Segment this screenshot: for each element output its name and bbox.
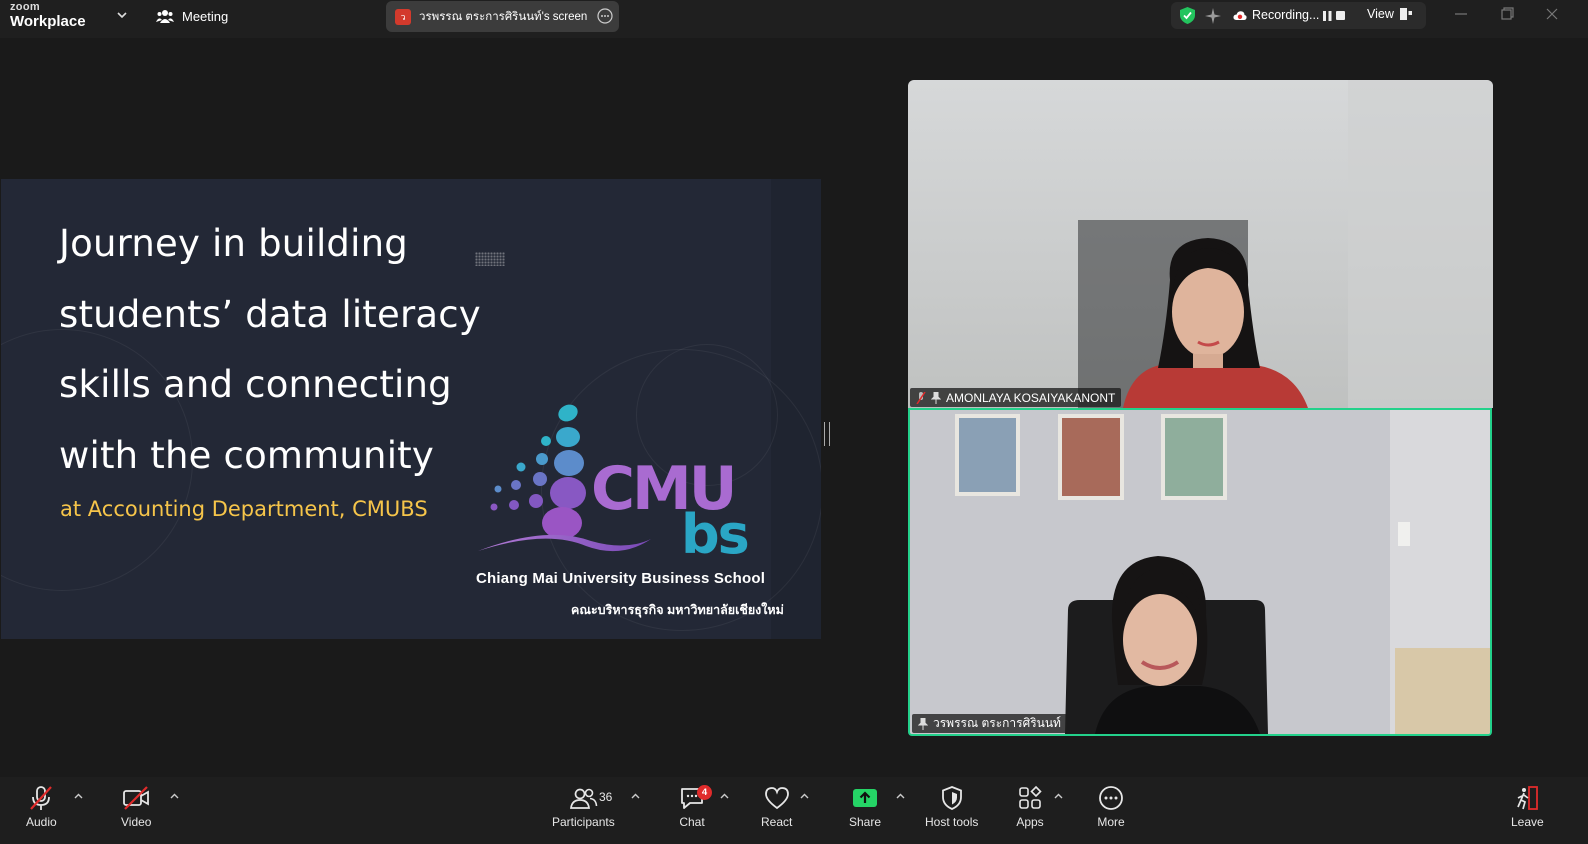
more-label: More (1097, 815, 1125, 829)
participants-icon (570, 788, 598, 809)
brand-bottom: Workplace (10, 13, 86, 30)
react-button[interactable]: React (761, 785, 792, 829)
shared-screen-slide: Journey in building students’ data liter… (1, 179, 821, 639)
close-window-icon[interactable] (1544, 6, 1560, 22)
participants-options-caret-icon[interactable] (631, 793, 640, 799)
sharer-badge: ว (395, 8, 411, 25)
host-tools-label: Host tools (925, 815, 979, 829)
audio-button[interactable]: Audio (26, 785, 57, 829)
participant-name-tag: วรพรรณ ตระการศิรินนท์ (912, 714, 1067, 733)
more-button[interactable]: More (1097, 785, 1125, 829)
encryption-shield-icon[interactable] (1179, 6, 1196, 25)
leave-door-icon (1517, 786, 1539, 810)
chat-unread-badge: 4 (697, 785, 712, 800)
slide-title-line: with the community (59, 433, 434, 477)
leave-label: Leave (1511, 815, 1544, 829)
more-options-icon[interactable] (597, 8, 613, 24)
slide-title-line: Journey in building (59, 222, 408, 265)
slide-title: Journey in building students’ data liter… (59, 209, 529, 491)
brand-top: zoom (10, 1, 40, 13)
minimize-icon[interactable] (1453, 6, 1469, 22)
stop-recording-icon[interactable] (1336, 11, 1345, 20)
logo-bs-text: bs (681, 503, 748, 561)
chevron-down-icon[interactable] (116, 9, 128, 21)
muted-mic-icon (916, 391, 926, 404)
participant-name: วรพรรณ ตระการศิรินนท์ (933, 716, 1061, 730)
top-bar: zoom Workplace Meeting ว วรพรรณ ตระการศิ… (0, 0, 1588, 38)
school-name-th: คณะบริหารธุรกิจ มหาวิทยาลัยเชียงใหม่ (571, 603, 784, 617)
slide-subtitle: at Accounting Department, CMUBS (60, 497, 428, 521)
muted-microphone-icon (30, 786, 53, 810)
participant-video-feed (955, 410, 1490, 734)
apps-button[interactable]: Apps (1016, 785, 1044, 829)
split-resize-handle[interactable] (824, 422, 830, 446)
react-options-caret-icon[interactable] (800, 793, 809, 799)
participants-count: 36 (599, 790, 613, 804)
restore-icon[interactable] (1499, 6, 1515, 22)
share-label: Share (849, 815, 882, 829)
ai-companion-icon[interactable] (1204, 7, 1222, 25)
school-name-en: Chiang Mai University Business School (476, 570, 766, 587)
view-menu[interactable]: View (1367, 7, 1412, 21)
audio-options-caret-icon[interactable] (74, 793, 83, 799)
share-button[interactable]: Share (849, 785, 881, 829)
video-off-icon (123, 786, 150, 810)
participant-video-feed (1078, 80, 1493, 408)
recording-label: Recording... (1252, 8, 1320, 22)
video-tile-active-speaker[interactable]: วรพรรณ ตระการศิรินนท์ (908, 408, 1492, 736)
slide-title-line: students’ data literacy (59, 292, 481, 336)
apps-label: Apps (1016, 815, 1044, 829)
chat-options-caret-icon[interactable] (720, 793, 729, 799)
leave-button[interactable]: Leave (1511, 785, 1544, 829)
video-label: Video (121, 815, 152, 829)
cloud-recording-icon (1233, 10, 1247, 20)
meeting-people-icon (156, 10, 174, 23)
pause-recording-icon[interactable] (1323, 11, 1332, 21)
chat-label: Chat (679, 815, 705, 829)
video-options-caret-icon[interactable] (170, 793, 179, 799)
status-group: Recording... View (1171, 2, 1426, 29)
more-icon (1099, 786, 1123, 810)
slide-title-line: skills and connecting (59, 363, 452, 406)
view-layout-icon (1399, 8, 1412, 20)
pin-icon[interactable] (931, 391, 941, 404)
apps-options-caret-icon[interactable] (1054, 793, 1063, 799)
host-tools-button[interactable]: Host tools (925, 785, 978, 829)
video-tile[interactable]: AMONLAYA KOSAIYAKANONT (908, 80, 1493, 408)
participants-label: Participants (552, 815, 615, 829)
view-label: View (1367, 7, 1394, 21)
cmubs-logo: CMU bs (478, 404, 750, 561)
participant-name-tag: AMONLAYA KOSAIYAKANONT (910, 388, 1122, 407)
meeting-toolbar: Audio Video Participants Chat React Shar… (0, 777, 1588, 844)
heart-icon (764, 787, 789, 810)
audio-label: Audio (26, 815, 57, 829)
meeting-label: Meeting (182, 8, 229, 24)
apps-grid-icon (1019, 785, 1042, 809)
zoom-workplace-logo[interactable]: zoom Workplace (10, 1, 86, 30)
host-shield-icon (941, 786, 962, 810)
screen-share-title: วรพรรณ ตระการศิรินนท์'s screen (419, 10, 588, 23)
pin-icon[interactable] (918, 717, 928, 730)
share-screen-icon (853, 789, 878, 807)
react-label: React (761, 815, 793, 829)
recording-indicator[interactable]: Recording... (1233, 8, 1319, 22)
meeting-menu[interactable]: Meeting (156, 8, 228, 24)
share-options-caret-icon[interactable] (896, 793, 905, 799)
video-button[interactable]: Video (121, 785, 151, 829)
screen-share-pill[interactable]: ว วรพรรณ ตระการศิรินนท์'s screen (386, 1, 619, 32)
participant-name: AMONLAYA KOSAIYAKANONT (946, 390, 1116, 405)
